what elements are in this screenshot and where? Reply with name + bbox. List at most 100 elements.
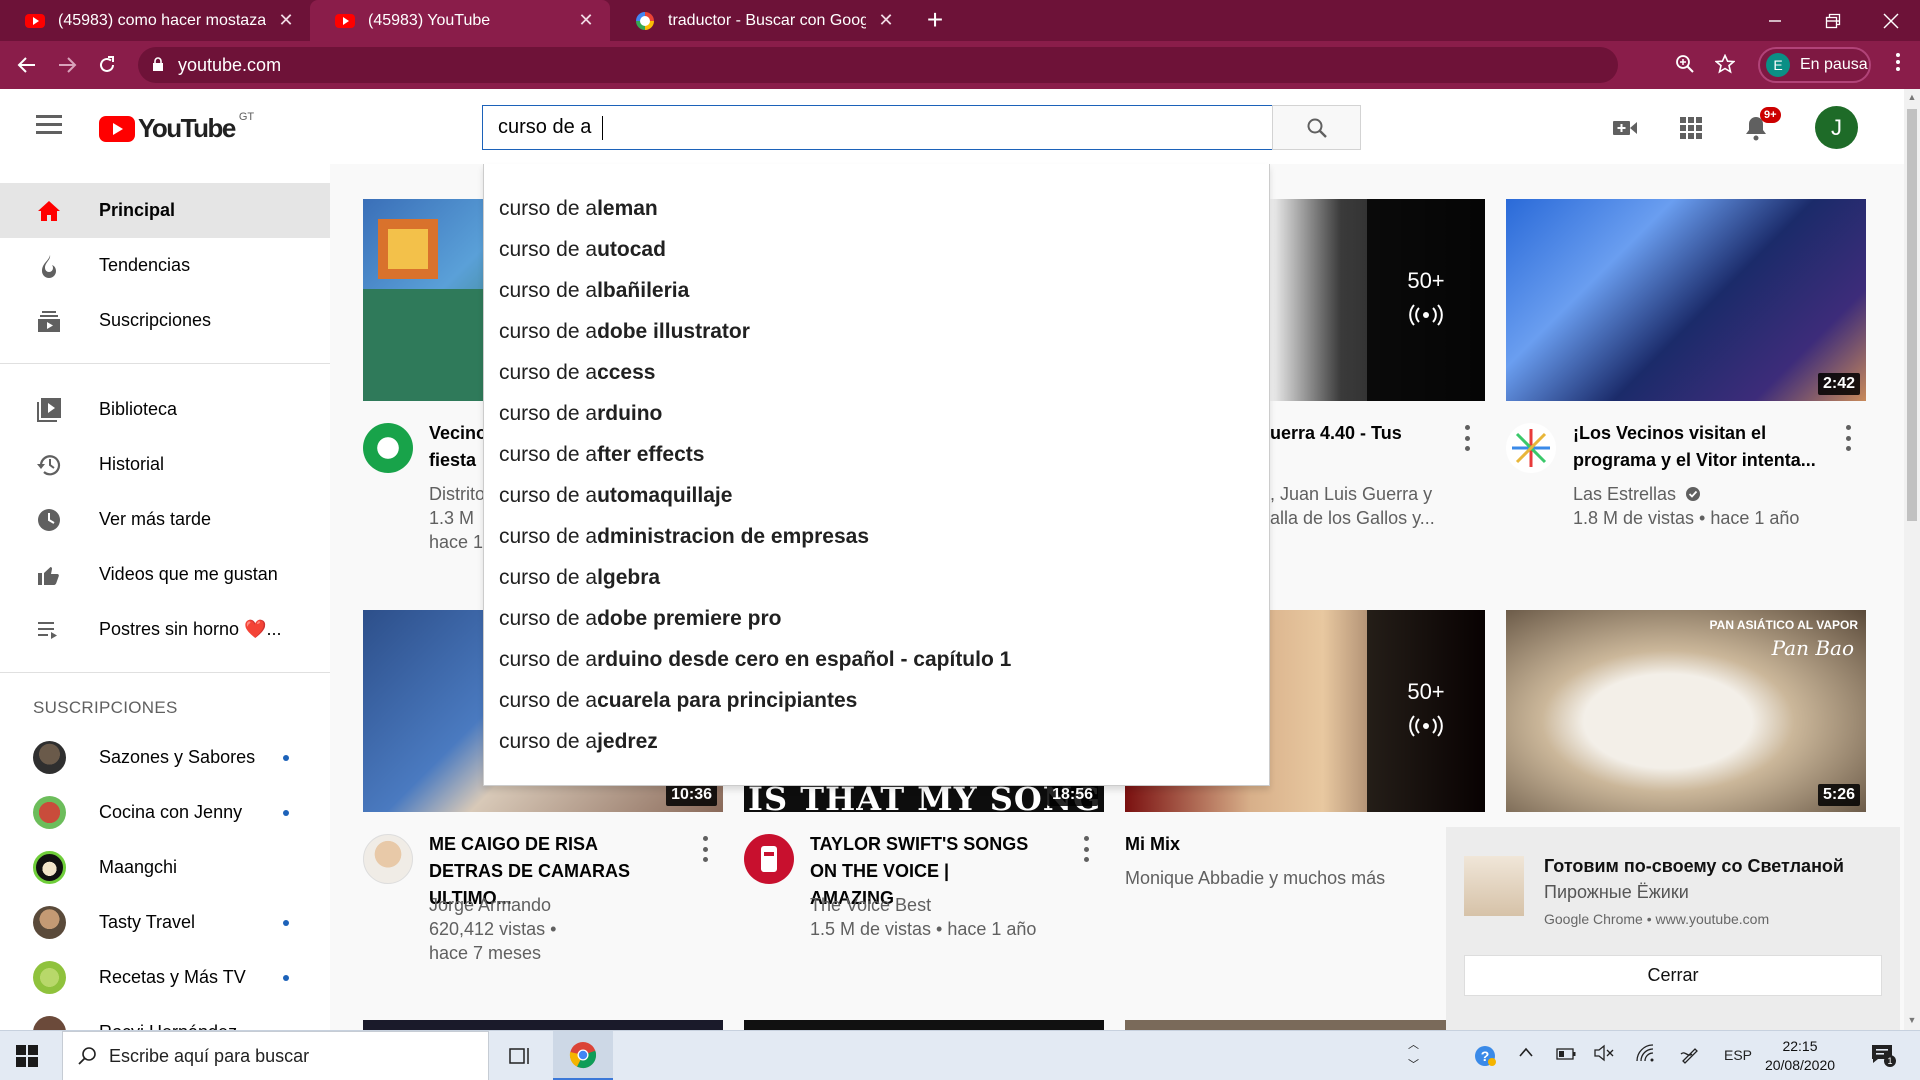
reload-button[interactable] [89, 47, 125, 83]
browser-tab-youtube[interactable]: (45983) YouTube ✕ [310, 0, 610, 41]
action-center-notification-icon[interactable]: 1 [1870, 1043, 1896, 1068]
taskbar-clock[interactable]: 22:15 20/08/2020 [1762, 1037, 1838, 1075]
channel-name[interactable]: Jorge Armando [429, 893, 556, 917]
channel-avatar[interactable] [744, 834, 794, 884]
close-tab-icon[interactable]: ✕ [576, 10, 596, 31]
search-suggestion-item[interactable]: curso de a dobe illustrator [484, 311, 1269, 352]
bookmark-star-icon[interactable] [1714, 53, 1736, 80]
show-hidden-icons-chevron-icon[interactable] [1518, 1045, 1534, 1061]
sidebar-subscription-item[interactable]: Maangchi [0, 840, 330, 895]
profile-paused-button[interactable]: E En pausa [1758, 47, 1871, 83]
video-thumbnail[interactable]: PAN ASIÁTICO AL VAPOR Pan Bao 5:26 [1506, 610, 1866, 812]
search-suggestion-item[interactable]: curso de a utomaquillaje [484, 475, 1269, 516]
sidebar-item-playlist[interactable]: Postres sin horno ❤️... [0, 602, 330, 657]
sidebar-item-label: Recetas y Más TV [99, 967, 246, 987]
minimize-window-button[interactable] [1746, 0, 1804, 41]
user-avatar[interactable]: J [1815, 106, 1858, 149]
view-count: 1.5 M de vistas • hace 1 año [810, 919, 1037, 939]
sidebar-subscription-item[interactable]: Tasty Travel [0, 895, 330, 950]
search-suggestion-item[interactable]: curso de a rduino [484, 393, 1269, 434]
search-suggestion-item[interactable]: curso de a jedrez [484, 721, 1269, 762]
battery-icon[interactable] [1556, 1047, 1576, 1063]
channel-avatar[interactable] [363, 423, 413, 473]
sidebar-item-biblioteca[interactable]: Biblioteca [0, 382, 330, 437]
sidebar-subscription-item[interactable]: Cocina con Jenny [0, 785, 330, 840]
input-language-indicator[interactable]: ESP [1724, 1047, 1752, 1063]
scrollbar-thumb[interactable] [1907, 109, 1917, 521]
sidebar-item-tendencias[interactable]: Tendencias [0, 238, 330, 293]
zoom-icon[interactable] [1675, 54, 1695, 80]
taskbar-search-box[interactable]: Escribe aquí para buscar [62, 1031, 489, 1080]
search-suggestion-item[interactable]: curso de a fter effects [484, 434, 1269, 475]
search-suggestion-item[interactable]: curso de a leman [484, 188, 1269, 229]
video-thumbnail[interactable] [744, 1020, 1104, 1030]
sidebar-subscription-item[interactable]: Sazones y Sabores [0, 730, 330, 785]
sidebar-subscription-item[interactable]: Recetas y Más TV [0, 950, 330, 1005]
channel-avatar[interactable] [363, 834, 413, 884]
youtube-logo[interactable]: YouTube GT [99, 111, 254, 144]
scroll-up-arrow-icon[interactable]: ▲ [1907, 92, 1917, 102]
back-button[interactable] [9, 47, 45, 83]
page-scrollbar[interactable]: ▲ ▼ [1904, 89, 1920, 1030]
pen-workspace-icon[interactable] [1680, 1044, 1700, 1067]
more-vertical-icon[interactable] [700, 836, 710, 862]
menu-hamburger-icon[interactable] [36, 115, 62, 135]
search-box[interactable] [482, 105, 1273, 150]
video-thumbnail[interactable]: 2:42 [1506, 199, 1866, 401]
channel-avatar[interactable] [1506, 423, 1556, 473]
close-tab-icon[interactable]: ✕ [876, 10, 896, 31]
close-tab-icon[interactable]: ✕ [276, 10, 296, 31]
restore-window-button[interactable] [1804, 0, 1862, 41]
channel-name[interactable]: Distrito [429, 482, 485, 506]
video-thumbnail[interactable] [363, 1020, 723, 1030]
windows-start-icon[interactable] [16, 1045, 38, 1067]
scroll-down-arrow-icon[interactable]: ▼ [1907, 1015, 1917, 1025]
more-vertical-icon[interactable] [1462, 425, 1472, 451]
tray-overflow-chevron-icon[interactable]: ︿ ﹀ [1408, 1035, 1419, 1075]
sidebar-item-principal[interactable]: Principal [0, 183, 330, 238]
sidebar-subscription-item[interactable]: Rocyi Hernández [0, 1005, 330, 1030]
sidebar-item-ver-mas-tarde[interactable]: Ver más tarde [0, 492, 330, 547]
library-icon [36, 397, 62, 423]
address-bar[interactable]: youtube.com [138, 47, 1736, 83]
search-suggestion-item[interactable]: curso de a lbañileria [484, 270, 1269, 311]
playlist-icon [36, 617, 62, 643]
create-video-icon[interactable] [1611, 114, 1639, 142]
notification-close-button[interactable]: Cerrar [1464, 955, 1882, 996]
sidebar-item-historial[interactable]: Historial [0, 437, 330, 492]
channel-name[interactable]: Las Estrellas [1573, 482, 1799, 506]
video-title[interactable]: Mi Mix [1125, 831, 1345, 858]
video-title[interactable]: uerra 4.40 - Tus [1270, 420, 1450, 447]
browser-tab-traductor[interactable]: traductor - Buscar con Google ✕ [610, 0, 910, 41]
channel-name[interactable]: Monique Abbadie y muchos más [1125, 866, 1385, 890]
search-suggestion-item[interactable]: curso de a utocad [484, 229, 1269, 270]
search-suggestion-item[interactable]: curso de a ccess [484, 352, 1269, 393]
sidebar-item-suscripciones[interactable]: Suscripciones [0, 293, 330, 348]
help-icon[interactable]: ? [1474, 1045, 1496, 1070]
search-suggestion-item[interactable]: curso de a dministracion de empresas [484, 516, 1269, 557]
video-title[interactable]: ¡Los Vecinos visitan el programa y el Vi… [1573, 420, 1833, 474]
task-view-icon[interactable] [500, 1031, 540, 1080]
forward-button[interactable] [49, 47, 85, 83]
search-suggestion-item[interactable]: curso de a cuarela para principiantes [484, 680, 1269, 721]
channel-name[interactable]: , Juan Luis Guerra y [1270, 482, 1435, 506]
search-suggestion-item[interactable]: curso de a dobe premiere pro [484, 598, 1269, 639]
search-button[interactable] [1272, 105, 1361, 150]
apps-grid-icon[interactable] [1677, 114, 1705, 142]
video-title[interactable]: Vecino fiesta [429, 420, 489, 474]
channel-name[interactable]: The Voice Best [810, 893, 1036, 917]
sidebar-item-videos-que-me-gustan[interactable]: Videos que me gustan [0, 547, 330, 602]
browser-tab-mostaza[interactable]: (45983) como hacer mostaza casera ✕ [0, 0, 310, 41]
search-suggestion-item[interactable]: curso de a rduino desde cero en español -… [484, 639, 1269, 680]
wifi-icon[interactable] [1636, 1044, 1656, 1065]
video-thumbnail[interactable] [1125, 1020, 1485, 1030]
close-window-button[interactable] [1862, 0, 1920, 41]
more-vertical-icon[interactable] [1843, 425, 1853, 451]
new-tab-button[interactable]: + [919, 4, 951, 36]
volume-muted-icon[interactable] [1594, 1044, 1614, 1065]
more-vertical-icon[interactable] [1081, 836, 1091, 862]
taskbar-chrome-app[interactable] [553, 1031, 613, 1080]
video-thumbnail[interactable]: IS THAT MY SONG 18:56 [744, 786, 1104, 812]
browser-menu-button[interactable] [1880, 47, 1916, 83]
search-suggestion-item[interactable]: curso de a lgebra [484, 557, 1269, 598]
